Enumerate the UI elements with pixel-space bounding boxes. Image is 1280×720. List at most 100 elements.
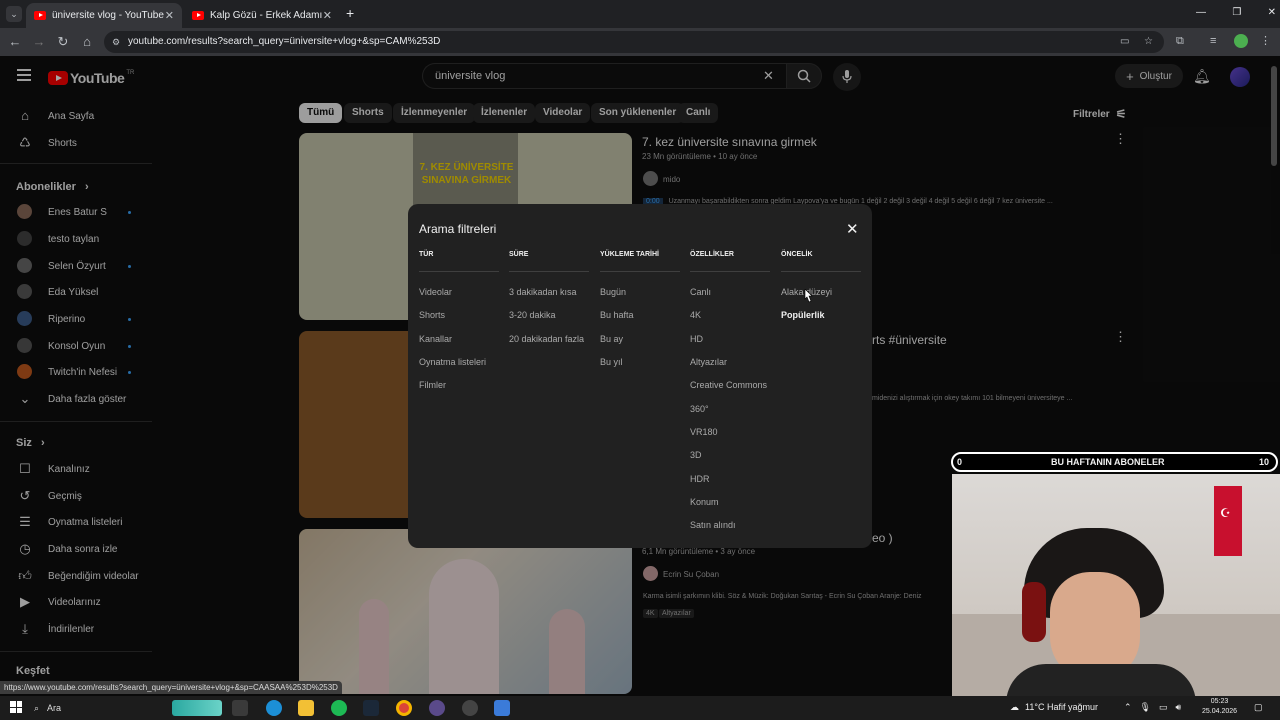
taskbar-search[interactable]: ⌕ Ara (34, 700, 164, 716)
tab-title: Kalp Gözü - Erkek Adamın Erke (210, 10, 322, 21)
extensions-icon[interactable]: ⧉ (1176, 35, 1184, 48)
browser-tab-kalp-gozu[interactable]: Kalp Gözü - Erkek Adamın Erke ✕ (184, 3, 340, 28)
divider (600, 271, 680, 272)
filter-option[interactable]: Videolar (419, 287, 452, 297)
close-icon[interactable]: ✕ (846, 220, 859, 238)
flag-image (1214, 486, 1242, 556)
filter-option[interactable]: VR180 (690, 427, 718, 437)
filter-option[interactable]: 4K (690, 310, 701, 320)
filter-option-selected[interactable]: Popülerlik (781, 310, 825, 320)
filter-column-heading: ÖZELLİKLER (690, 251, 734, 258)
task-view-icon[interactable] (232, 700, 248, 716)
filter-option[interactable]: Oynatma listeleri (419, 357, 486, 367)
steam-icon[interactable] (363, 700, 379, 716)
youtube-favicon-icon (192, 11, 204, 20)
filter-option[interactable]: HD (690, 334, 703, 344)
cast-icon[interactable]: ▭ (1120, 31, 1129, 53)
file-explorer-icon[interactable] (298, 700, 314, 716)
filter-option[interactable]: Canlı (690, 287, 711, 297)
microphone-icon: 🎙︎ (1139, 702, 1151, 712)
address-bar[interactable]: ⚙ youtube.com/results?search_query=ünive… (104, 31, 1164, 53)
divider (690, 271, 770, 272)
clock[interactable]: 05:23 25.04.2026 (1202, 697, 1237, 717)
divider (509, 271, 589, 272)
taskbar-widget-icon[interactable] (172, 700, 222, 716)
app-icon[interactable] (462, 700, 478, 716)
browser-toolbar: ← → ↻ ⌂ ⚙ youtube.com/results?search_que… (0, 28, 1280, 56)
back-icon[interactable]: ← (6, 33, 24, 51)
windows-taskbar: ⌕ Ara ☁ 11°C Hafif yağmur ⌃ 🎙︎ ▭ 🔊︎ 05:2… (0, 696, 1280, 720)
filter-option[interactable]: HDR (690, 474, 710, 484)
url-text: youtube.com/results?search_query=ünivers… (128, 36, 441, 47)
filter-option[interactable]: Shorts (419, 310, 445, 320)
notification-center-icon[interactable]: ▢ (1254, 702, 1263, 713)
browser-tab-bar: ⌄ üniversite vlog - YouTube ✕ Kalp Gözü … (0, 0, 1280, 28)
stream-subscribers-bar: 0 BU HAFTANIN ABONELER 10 (951, 452, 1278, 472)
reload-icon[interactable]: ↻ (54, 33, 72, 51)
system-tray[interactable]: ⌃ 🎙︎ ▭ 🔊︎ (1124, 702, 1181, 713)
divider (781, 271, 861, 272)
tray-chevron-icon: ⌃ (1124, 702, 1132, 712)
filter-option[interactable]: Konum (690, 497, 719, 507)
edge-icon[interactable] (266, 700, 282, 716)
minimize-icon[interactable]: — (1196, 7, 1206, 18)
dialog-title: Arama filtreleri (419, 222, 497, 236)
bookmark-star-icon[interactable]: ☆ (1144, 31, 1153, 53)
media-icon[interactable]: ≡ (1210, 35, 1216, 47)
obs-icon[interactable] (429, 700, 445, 716)
filter-option[interactable]: Bu yıl (600, 357, 623, 367)
spotify-icon[interactable] (331, 700, 347, 716)
app-icon[interactable] (494, 700, 510, 716)
filter-option[interactable]: 3-20 dakika (509, 310, 556, 320)
restore-icon[interactable]: ❐ (1232, 7, 1241, 18)
filter-option[interactable]: Altyazılar (690, 357, 727, 367)
volume-icon: 🔊︎ (1175, 702, 1182, 712)
filter-option[interactable]: 3D (690, 450, 702, 460)
site-info-icon[interactable]: ⚙ (112, 31, 120, 53)
filter-option[interactable]: 20 dakikadan fazla (509, 334, 584, 344)
browser-menu-icon[interactable]: ⋮ (1260, 34, 1271, 47)
flag-crescent-icon: ☪ (1220, 506, 1231, 520)
close-window-icon[interactable]: ✕ (1268, 7, 1276, 18)
divider (419, 271, 499, 272)
subs-right-count: 10 (1259, 457, 1270, 467)
filter-option[interactable]: Satın alındı (690, 520, 736, 530)
clock-date: 25.04.2026 (1202, 708, 1238, 715)
browser-tab-youtube[interactable]: üniversite vlog - YouTube ✕ (26, 3, 182, 28)
subs-left-count: 0 (957, 457, 963, 467)
new-tab-button[interactable]: + (346, 5, 354, 21)
taskbar-search-label: Ara (47, 703, 62, 713)
tab-title: üniversite vlog - YouTube (52, 10, 164, 21)
forward-icon[interactable]: → (30, 33, 48, 51)
filter-option[interactable]: Bu ay (600, 334, 623, 344)
headphones-left (1022, 582, 1046, 642)
chrome-icon[interactable] (396, 700, 412, 716)
tab-list-button[interactable]: ⌄ (6, 6, 22, 22)
filter-option[interactable]: 360° (690, 404, 709, 414)
filter-option[interactable]: Filmler (419, 380, 446, 390)
filter-option[interactable]: Creative Commons (690, 380, 767, 390)
close-icon[interactable]: ✕ (165, 9, 174, 22)
window-controls: — ❐ ✕ (1196, 7, 1276, 18)
filter-column-heading: TÜR (419, 251, 434, 258)
weather-text: 11°C Hafif yağmur (1025, 702, 1098, 712)
youtube-favicon-icon (34, 11, 46, 20)
person-shirt (1006, 664, 1196, 698)
weather-icon: ☁ (1010, 702, 1019, 712)
filter-option[interactable]: Kanallar (419, 334, 452, 344)
filter-column-heading: ÖNCELİK (781, 251, 813, 258)
status-bar-url: https://www.youtube.com/results?search_q… (0, 681, 342, 694)
close-icon[interactable]: ✕ (323, 9, 332, 22)
profile-avatar[interactable] (1234, 34, 1248, 48)
windows-start-icon[interactable] (10, 701, 22, 713)
search-filters-dialog: Arama filtreleri ✕ TÜR Videolar Shorts K… (408, 204, 872, 548)
filter-column-heading: SÜRE (509, 251, 529, 258)
filter-option[interactable]: Bu hafta (600, 310, 634, 320)
webcam-overlay: ☪ (952, 474, 1280, 698)
filter-option[interactable]: Bugün (600, 287, 626, 297)
subs-bar-label: BU HAFTANIN ABONELER (1051, 457, 1165, 467)
filter-option[interactable]: 3 dakikadan kısa (509, 287, 577, 297)
home-browser-icon[interactable]: ⌂ (78, 33, 96, 51)
weather-widget[interactable]: ☁ 11°C Hafif yağmur (1010, 702, 1098, 713)
network-icon: ▭ (1158, 702, 1168, 712)
